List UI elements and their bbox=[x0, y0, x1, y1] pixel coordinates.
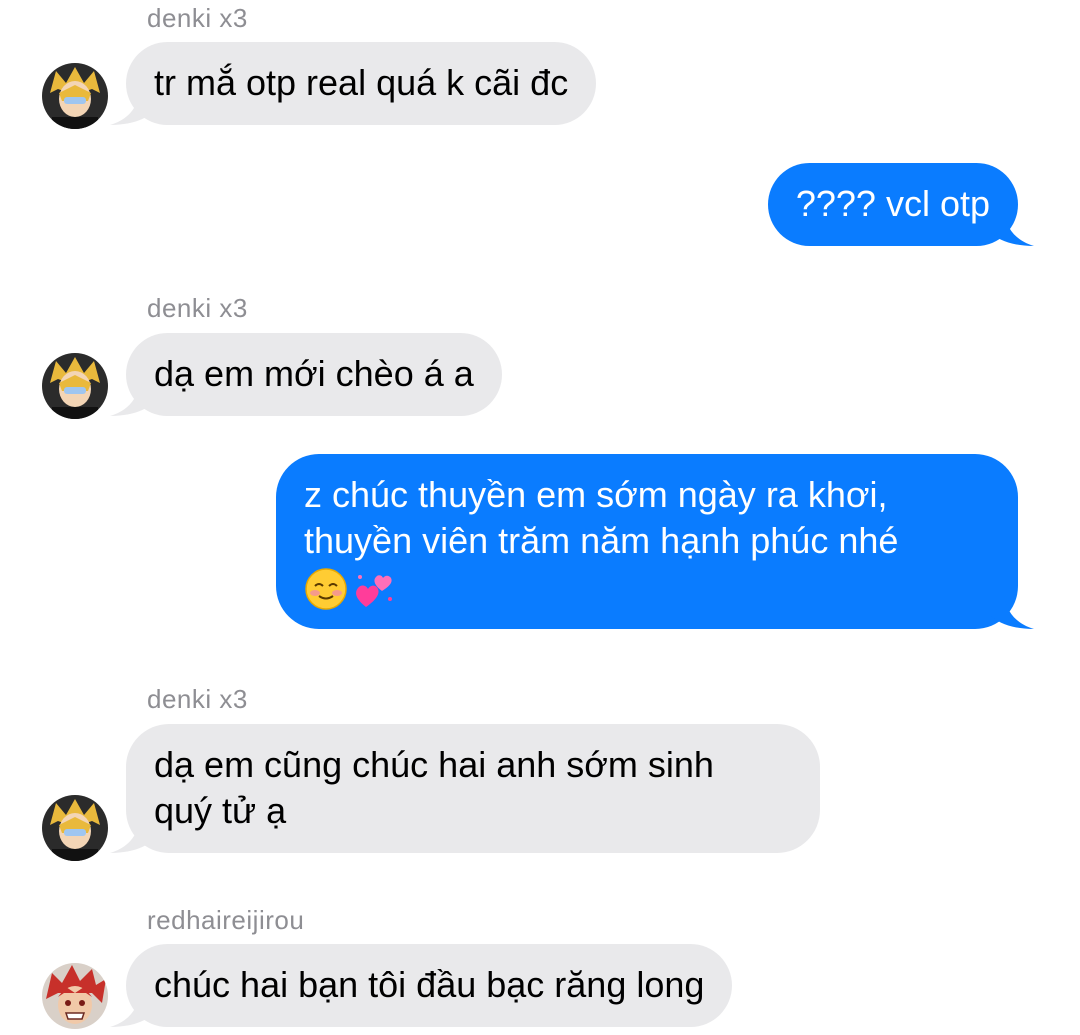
two-hearts-emoji bbox=[356, 575, 392, 608]
kirishima-avatar[interactable] bbox=[42, 963, 108, 1029]
bubble-tail bbox=[110, 813, 154, 853]
message-bubble-incoming[interactable]: dạ em mới chèo á a bbox=[110, 333, 502, 416]
message-text: dạ em mới chèo á a bbox=[154, 353, 474, 394]
denki-avatar[interactable] bbox=[42, 63, 108, 129]
bubble-tail bbox=[990, 206, 1034, 246]
sender-name: denki x3 bbox=[147, 684, 248, 714]
denki-avatar[interactable] bbox=[42, 795, 108, 861]
message-bubble-incoming[interactable]: tr mắ otp real quá k cãi đc bbox=[110, 42, 597, 125]
bubble-tail bbox=[110, 376, 154, 416]
emoji-row bbox=[304, 564, 990, 611]
message-text: z chúc thuyền em sớm ngày ra khơi, thuyề… bbox=[304, 474, 899, 561]
smiling-face-emoji bbox=[305, 568, 347, 611]
message-text: chúc hai bạn tôi đầu bạc răng long bbox=[154, 964, 705, 1005]
sender-name: denki x3 bbox=[147, 293, 248, 323]
denki-avatar[interactable] bbox=[42, 353, 108, 419]
bubble-tail bbox=[990, 589, 1034, 629]
message-text: tr mắ otp real quá k cãi đc bbox=[154, 62, 569, 103]
bubble-tail bbox=[110, 987, 154, 1027]
message-text: ???? vcl otp bbox=[795, 183, 990, 224]
message-bubble-incoming[interactable]: dạ em cũng chúc hai anh sớm sinh quý tử … bbox=[110, 724, 820, 853]
bubble-tail bbox=[110, 85, 154, 125]
message-bubble-incoming[interactable]: chúc hai bạn tôi đầu bạc răng long bbox=[110, 944, 733, 1027]
sender-name: denki x3 bbox=[147, 3, 248, 33]
message-text: dạ em cũng chúc hai anh sớm sinh quý tử … bbox=[154, 744, 714, 831]
message-bubble-outgoing[interactable]: ???? vcl otp bbox=[767, 163, 1034, 246]
message-bubble-outgoing[interactable]: z chúc thuyền em sớm ngày ra khơi, thuyề… bbox=[276, 454, 1034, 629]
sender-name: redhaireijirou bbox=[147, 905, 305, 935]
